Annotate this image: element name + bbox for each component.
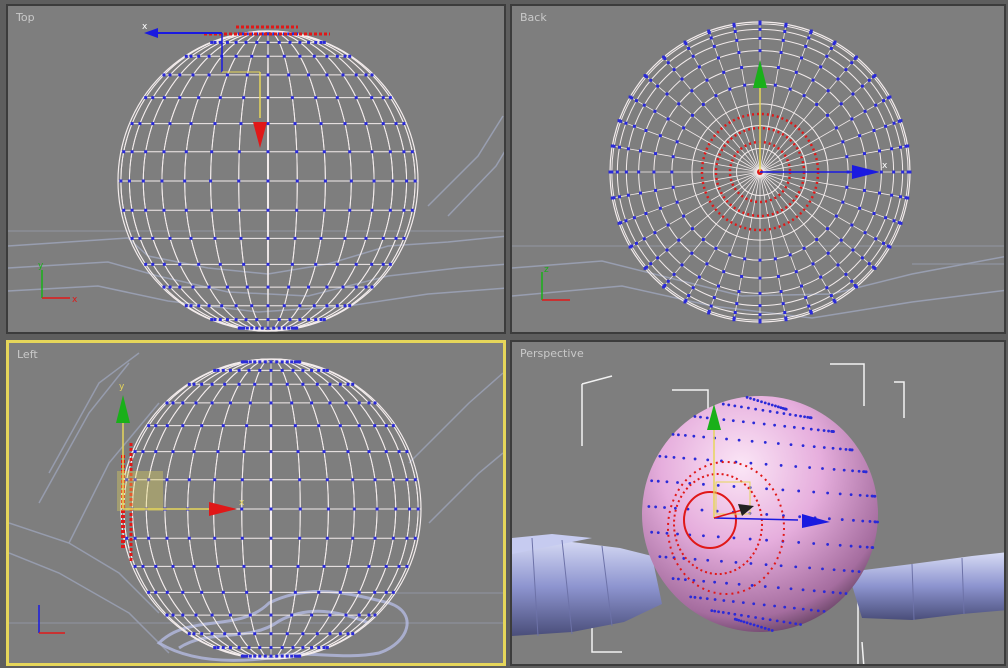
top-view-canvas[interactable]: x y x xyxy=(8,6,506,334)
viewport-label[interactable]: Back xyxy=(520,11,547,24)
background-mesh xyxy=(8,115,504,313)
axis-tripod-icon xyxy=(38,605,65,634)
back-view-canvas[interactable]: x z xyxy=(512,6,1006,334)
svg-text:z: z xyxy=(544,265,549,275)
viewport-label[interactable]: Left xyxy=(17,348,38,361)
perspective-canvas[interactable] xyxy=(512,342,1006,666)
arm-mesh-right xyxy=(848,552,1004,621)
sphere-wireframe[interactable] xyxy=(117,30,419,332)
svg-text:x: x xyxy=(239,498,245,508)
svg-text:y: y xyxy=(38,261,44,271)
arm-mesh-left xyxy=(512,534,662,637)
left-view-canvas[interactable]: y x xyxy=(9,343,503,663)
axis-tripod-icon: z xyxy=(541,265,570,301)
svg-text:x: x xyxy=(142,22,148,32)
background-hand-mesh xyxy=(156,589,409,662)
viewport-top[interactable]: x y x Top xyxy=(6,4,506,334)
selection-plane xyxy=(117,471,163,511)
viewport-back[interactable]: x z Back xyxy=(510,4,1006,334)
shaded-sphere[interactable] xyxy=(642,396,878,632)
viewport-perspective[interactable]: Perspective xyxy=(510,340,1006,666)
viewport-label[interactable]: Top xyxy=(16,11,35,24)
background-mesh xyxy=(9,352,503,654)
svg-text:y: y xyxy=(119,382,125,392)
svg-text:x: x xyxy=(882,161,888,171)
background-mesh xyxy=(512,245,1004,319)
viewport-left[interactable]: y x Left xyxy=(6,340,506,666)
svg-text:x: x xyxy=(72,295,78,305)
axis-tripod-icon: y x xyxy=(38,261,78,305)
viewport-grid: x y x Top x z Back y x Left Perspective xyxy=(0,0,1008,668)
viewport-label[interactable]: Perspective xyxy=(520,347,584,360)
